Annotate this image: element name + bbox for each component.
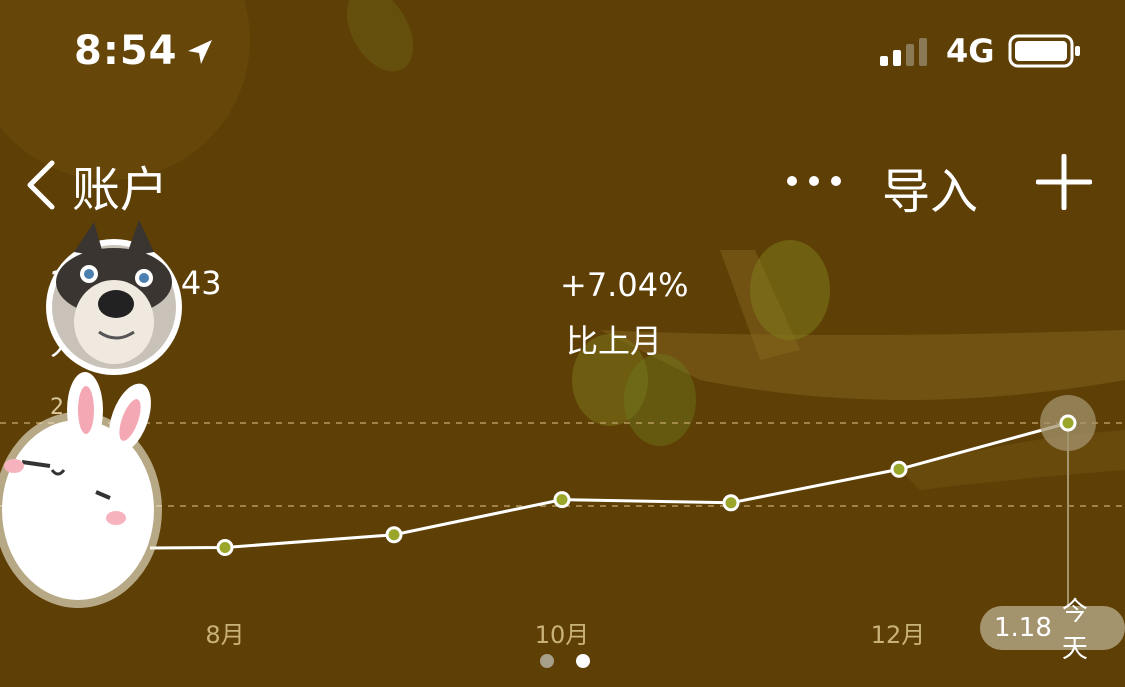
today-date: 1.18 [994,613,1052,643]
data-point[interactable] [553,491,571,509]
bunny-sticker-icon [0,372,162,608]
series-line [149,421,1069,550]
data-point-today[interactable] [1059,414,1077,432]
page-dot-active[interactable] [576,654,590,668]
page-dot[interactable] [540,654,554,668]
today-label: 今天 [1061,597,1088,664]
x-tick-label: 8月 [205,621,245,649]
data-point[interactable] [216,539,234,556]
x-tick-label: 10月 [534,621,590,649]
husky-sticker-icon [46,220,182,375]
data-point[interactable] [890,460,908,478]
data-point[interactable] [385,526,403,544]
x-tick-label: 12月 [870,621,926,649]
data-point[interactable] [722,494,740,512]
today-badge: 1.18 今天 [980,597,1125,664]
page-indicator [540,654,590,668]
